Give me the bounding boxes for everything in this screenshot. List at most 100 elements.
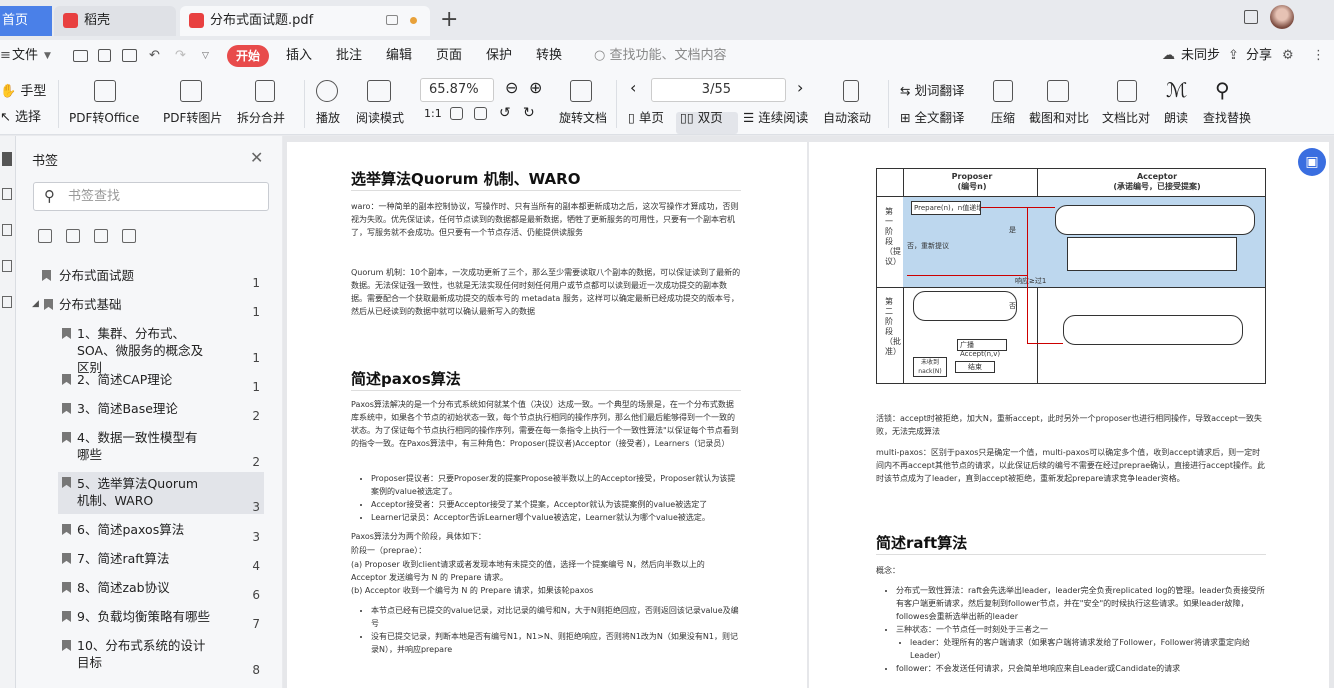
list-item: Acceptor接受者：只要Acceptor接受了某个提案，Acceptor就认… [371, 498, 741, 511]
diagram-label: 是 [1009, 226, 1016, 234]
menu-insert[interactable]: 插入 [286, 40, 312, 72]
paragraph: 阶段一（preprae）： [351, 546, 427, 555]
sidebar-item-selected[interactable]: 5、选举算法Quorum机制、WARO 3 [58, 472, 264, 514]
find-replace-button[interactable]: 查找替换 [1203, 109, 1251, 126]
share-button[interactable]: 分享 [1246, 40, 1272, 72]
menu-protect[interactable]: 保护 [486, 40, 512, 72]
sidebar-item[interactable]: 3、简述Base理论 2 [62, 400, 260, 423]
sidebar-item[interactable]: ◢ 分布式基础 1 [32, 296, 260, 319]
outline-panel-icon[interactable] [2, 224, 12, 236]
undo-icon[interactable]: ↶ [149, 40, 160, 72]
rotate-left-icon[interactable]: ↺ [499, 105, 511, 121]
auto-scroll-button[interactable]: 自动滚动 [823, 109, 871, 126]
fit-width-icon[interactable] [474, 107, 487, 123]
attachment-icon[interactable] [2, 260, 12, 272]
bookmark-search-input[interactable]: ⚲ 书签查找 [33, 182, 269, 211]
tab-document[interactable]: 分布式面试题.pdf [180, 6, 430, 36]
screenshot-compare-button[interactable]: 截图和对比 [1029, 109, 1089, 126]
full-translate-button[interactable]: ⊞ 全文翻译 [900, 107, 964, 126]
chevron-down-icon[interactable]: ▼ [44, 40, 51, 72]
window-icon[interactable] [386, 15, 398, 25]
document-view[interactable]: 选举算法Quorum 机制、WARO waro：一种简单的副本控制协议，写操作时… [283, 136, 1334, 688]
page-number-field[interactable]: 3/55 [651, 78, 786, 102]
sidebar-item[interactable]: 6、简述paxos算法 3 [62, 521, 260, 544]
search-icon: ⚲ [44, 187, 55, 205]
doc-compare-button[interactable]: 文档比对 [1102, 109, 1150, 126]
new-tab-icon[interactable]: + [440, 8, 458, 32]
thumbnail-panel-icon[interactable] [2, 188, 12, 200]
menu-page[interactable]: 页面 [436, 40, 462, 72]
sidebar-item[interactable]: 4、数据一致性模型有哪些 2 [62, 429, 260, 469]
play-button[interactable]: 播放 [316, 109, 340, 126]
compress-button[interactable]: 压缩 [991, 109, 1015, 126]
menu-file[interactable]: 文件 [12, 40, 38, 72]
zoom-select[interactable]: 65.87% [420, 78, 494, 102]
prev-page-icon[interactable]: ‹ [630, 78, 636, 97]
layout-icon[interactable] [1244, 10, 1258, 24]
rotate-right-icon[interactable]: ↻ [523, 105, 535, 121]
menu-start[interactable]: 开始 [227, 45, 269, 67]
pdf-to-office-button[interactable]: PDF转Office [69, 109, 139, 126]
bookmark-outline-icon[interactable] [122, 229, 136, 243]
single-page-button[interactable]: ▯ 单页 [628, 107, 664, 126]
diagram-label: 否 [1009, 302, 1016, 310]
zoom-out-icon[interactable]: ⊖ [505, 78, 518, 97]
full-translate-icon: ⊞ [900, 110, 911, 125]
menu-icon[interactable]: ≡ [0, 40, 11, 72]
select-tool[interactable]: ↖ 选择 [0, 106, 41, 125]
quick-access-dropdown-icon[interactable]: ▽ [202, 40, 209, 72]
menu-edit[interactable]: 编辑 [386, 40, 412, 72]
hand-tool[interactable]: ✋ 手型 [0, 80, 46, 99]
read-aloud-button[interactable]: 朗读 [1164, 109, 1188, 126]
bookmark-panel-icon[interactable] [2, 152, 12, 166]
redo-icon[interactable]: ↷ [175, 40, 186, 72]
close-icon[interactable]: ✕ [250, 148, 263, 167]
sidebar-item[interactable]: 分布式面试题 1 [42, 267, 260, 290]
collapse-all-icon[interactable] [66, 229, 80, 243]
sidebar-item-page: 1 [252, 351, 260, 365]
floating-tools-icon[interactable]: ▣ [1298, 148, 1326, 176]
print-icon[interactable] [122, 49, 137, 62]
play-icon [316, 80, 338, 105]
pdf-to-image-button[interactable]: PDF转图片 [163, 109, 222, 126]
next-page-icon[interactable]: › [797, 78, 803, 97]
sidebar-item-label: 5、选举算法Quorum机制、WARO [77, 476, 199, 508]
sidebar-item[interactable]: 1、集群、分布式、SOA、微服务的概念及区别 1 [62, 325, 260, 375]
more-icon[interactable]: ⋮ [1312, 40, 1325, 72]
continuous-read-button[interactable]: ☰ 连续阅读 [743, 107, 808, 126]
sidebar-item[interactable]: 2、简述CAP理论 1 [62, 371, 260, 394]
comment-panel-icon[interactable] [2, 296, 12, 308]
command-search[interactable]: ○ 查找功能、文档内容 [594, 40, 727, 72]
avatar[interactable] [1270, 5, 1294, 29]
diagram-phase1: 第一阶段（提议） [885, 207, 901, 266]
collapse-arrow-icon[interactable]: ◢ [32, 296, 39, 313]
expand-all-icon[interactable] [38, 229, 52, 243]
tab-home[interactable]: 首页 [0, 6, 52, 36]
rotate-doc-button[interactable]: 旋转文档 [559, 109, 607, 126]
read-mode-button[interactable]: 阅读模式 [356, 109, 404, 126]
diagram-proposer: Proposer (编号n) [951, 172, 993, 191]
list-item: 分布式一致性算法：raft会先选举出leader，leader完全负责repli… [896, 584, 1266, 623]
menu-convert[interactable]: 转换 [536, 40, 562, 72]
zoom-in-icon[interactable]: ⊕ [529, 78, 542, 97]
tab-daoke[interactable]: 稻壳 [54, 6, 176, 36]
section-heading: 选举算法Quorum 机制、WARO [351, 170, 581, 188]
actual-size-icon[interactable]: 1:1 [424, 107, 442, 120]
gear-icon[interactable]: ⚙ [1282, 40, 1294, 72]
translate-icon: ⇆ [900, 83, 911, 98]
sidebar-item[interactable]: 9、负载均衡策略有哪些 7 [62, 608, 260, 631]
sidebar-item[interactable]: 7、简述raft算法 4 [62, 550, 260, 573]
fit-page-icon[interactable] [450, 107, 463, 123]
sidebar-item[interactable]: 8、简述zab协议 6 [62, 579, 260, 602]
add-bookmark-icon[interactable] [94, 229, 108, 243]
paragraph: Quorum 机制：10个副本，一次成功更新了三个，那么至少需要读取八个副本的数… [351, 268, 741, 316]
save-icon[interactable] [98, 49, 111, 62]
sidebar-item[interactable]: 10、分布式系统的设计目标 8 [62, 637, 260, 677]
word-translate-button[interactable]: ⇆ 划词翻译 [900, 80, 964, 99]
search-icon: ○ [594, 48, 610, 63]
menu-comment[interactable]: 批注 [336, 40, 362, 72]
section-heading: 简述paxos算法 [351, 370, 461, 388]
sync-status[interactable]: 未同步 [1181, 40, 1220, 72]
folder-icon[interactable] [73, 50, 88, 62]
split-merge-button[interactable]: 拆分合并 [237, 109, 285, 126]
